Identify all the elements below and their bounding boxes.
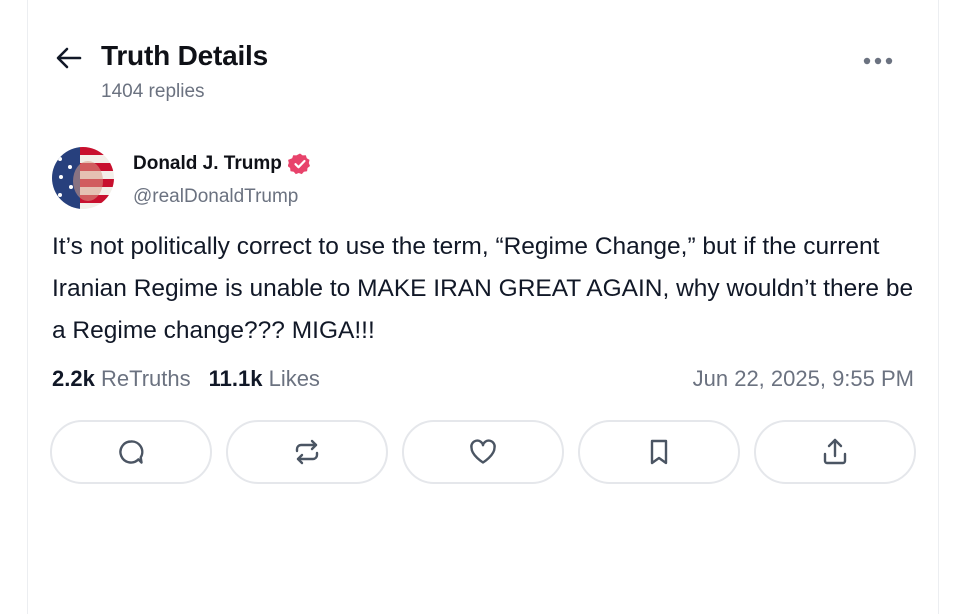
bookmark-button[interactable] [578,420,740,484]
retruths-stat[interactable]: 2.2k ReTruths [52,366,191,392]
post-timestamp: Jun 22, 2025, 9:55 PM [692,366,914,391]
share-icon [823,438,847,465]
retruths-label: ReTruths [100,366,191,391]
retruth-button[interactable] [226,420,388,484]
post-text: It’s not politically correct to use the … [52,233,914,344]
like-button[interactable] [402,420,564,484]
avatar-image [52,147,114,209]
reply-button[interactable] [50,420,212,484]
arrow-left-icon [56,47,82,69]
likes-stat[interactable]: 11.1k Likes [209,366,320,392]
replies-count: 1404 replies [101,81,205,102]
likes-label: Likes [268,366,320,391]
heart-icon [470,439,496,464]
more-options-button[interactable] [858,48,898,74]
author-handle[interactable]: @realDonaldTrump [133,186,298,208]
action-bar [50,420,916,484]
reply-icon [119,440,144,464]
avatar[interactable] [52,147,114,209]
author-name[interactable]: Donald J. Trump [133,152,312,176]
share-button[interactable] [754,420,916,484]
bookmark-icon [650,439,668,465]
post-stats: 2.2k ReTruths 11.1k Likes [52,366,320,392]
author-name-text: Donald J. Trump [133,153,282,174]
page-title: Truth Details [101,40,268,71]
retruth-icon [295,439,319,465]
likes-count: 11.1k [208,366,263,391]
more-horizontal-icon [863,57,893,65]
back-button[interactable] [54,44,84,72]
retruths-count: 2.2k [52,366,95,391]
verified-badge-icon [287,153,310,175]
